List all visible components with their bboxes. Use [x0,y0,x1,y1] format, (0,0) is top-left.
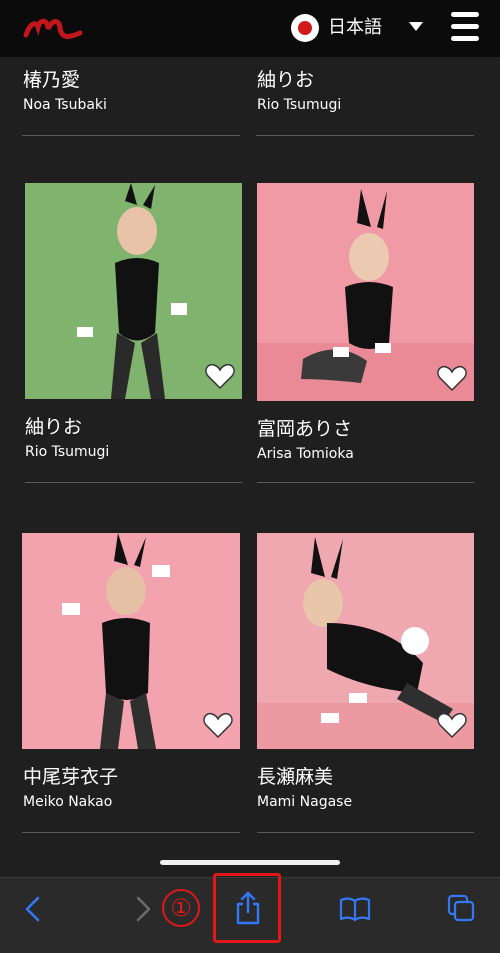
hamburger-menu-icon[interactable] [451,12,479,42]
japan-flag-icon[interactable] [291,14,319,42]
card-name-en[interactable]: Rio Tsumugi [257,96,341,114]
card-name-jp[interactable]: 中尾芽衣子 [23,765,118,789]
bookmarks-icon[interactable] [339,896,371,922]
card-name-jp[interactable]: 長瀬麻美 [257,765,333,789]
step-marker: ① [162,889,200,927]
divider [256,135,474,136]
divider [25,482,242,483]
card-name-jp[interactable]: 紬りお [257,68,314,92]
card-name-en[interactable]: Meiko Nakao [23,793,112,811]
card-name-en[interactable]: Noa Tsubaki [23,96,107,114]
caret-down-icon[interactable] [409,22,423,31]
divider [22,135,240,136]
profile-photo[interactable] [22,533,240,749]
favorite-heart-icon[interactable] [437,364,467,392]
back-icon[interactable] [22,896,44,922]
home-indicator [160,860,340,865]
top-bar: 日本語 [0,0,500,57]
card-name-en[interactable]: Mami Nagase [257,793,352,811]
tabs-icon[interactable] [447,894,475,922]
card-name-en[interactable]: Arisa Tomioka [257,445,354,463]
card-name-jp[interactable]: 紬りお [25,415,82,439]
profile-photo[interactable] [257,183,474,401]
divider [257,832,474,833]
brand-logo[interactable] [22,11,86,45]
favorite-heart-icon[interactable] [437,711,467,739]
favorite-heart-icon[interactable] [203,711,233,739]
share-button-highlight [213,873,281,943]
favorite-heart-icon[interactable] [205,362,235,390]
forward-icon[interactable] [132,896,154,922]
profile-photo[interactable] [25,183,242,399]
card-name-en[interactable]: Rio Tsumugi [25,443,109,461]
divider [22,832,240,833]
card-name-jp[interactable]: 富岡ありさ [257,417,352,441]
language-label[interactable]: 日本語 [328,16,382,40]
divider [257,482,474,483]
profile-photo[interactable] [257,533,474,749]
card-name-jp[interactable]: 椿乃愛 [23,68,80,92]
